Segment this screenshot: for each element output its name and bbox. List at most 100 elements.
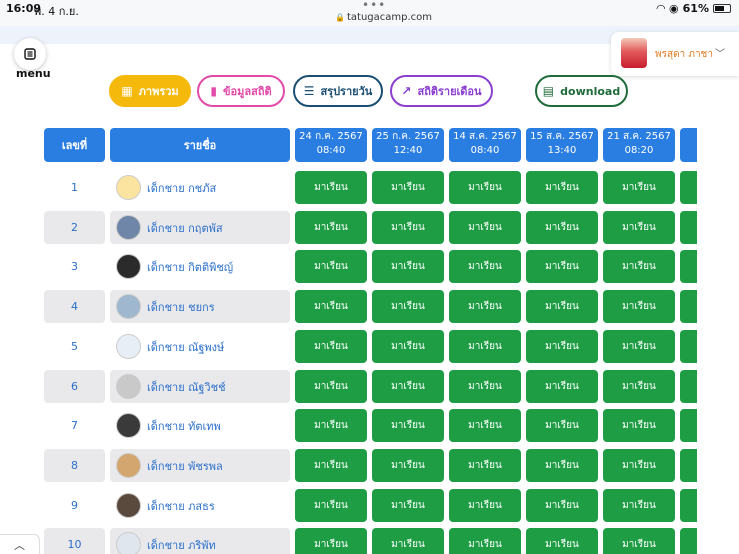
- tab-overview[interactable]: ▦ ภาพรวม: [109, 75, 191, 107]
- attendance-status-button[interactable]: มาเรียน: [526, 330, 598, 363]
- attendance-status-button[interactable]: มาเรียน: [680, 409, 697, 442]
- attendance-status-button[interactable]: มาเรียน: [526, 290, 598, 323]
- battery-fill: [715, 6, 724, 11]
- attendance-status-button[interactable]: มาเรียน: [680, 290, 697, 323]
- student-name: เด็กชาย ทัตเทพ: [147, 419, 221, 433]
- attendance-status-button[interactable]: มาเรียน: [295, 250, 367, 283]
- attendance-status-button[interactable]: มาเรียน: [449, 250, 521, 283]
- tab-statistics[interactable]: ▮ ข้อมูลสถิติ: [197, 75, 285, 107]
- attendance-status-button[interactable]: มาเรียน: [295, 290, 367, 323]
- student-name: เด็กชาย พัชรพล: [147, 459, 223, 473]
- date-column-header[interactable]: 15 ส.ค. 2567 13:40: [526, 128, 598, 162]
- attendance-status-button[interactable]: มาเรียน: [295, 211, 367, 244]
- attendance-status-button[interactable]: มาเรียน: [526, 489, 598, 522]
- student-number: 7: [71, 419, 78, 432]
- attendance-status-button[interactable]: มาเรียน: [295, 330, 367, 363]
- date-column-header[interactable]: 21: [680, 128, 697, 162]
- attendance-status-button[interactable]: มาเรียน: [680, 211, 697, 244]
- attendance-status-button[interactable]: มาเรียน: [526, 409, 598, 442]
- attendance-status-button[interactable]: มาเรียน: [372, 211, 444, 244]
- student-number: 6: [44, 370, 105, 403]
- tab-label: download: [560, 84, 621, 98]
- attendance-status-button[interactable]: มาเรียน: [449, 449, 521, 482]
- attendance-status-button[interactable]: มาเรียน: [449, 370, 521, 403]
- date-column-header[interactable]: 14 ส.ค. 2567 08:40: [449, 128, 521, 162]
- attendance-status-button[interactable]: มาเรียน: [372, 489, 444, 522]
- attendance-status-button[interactable]: มาเรียน: [603, 528, 675, 554]
- line-chart-icon: ↗: [401, 84, 412, 98]
- attendance-status-button[interactable]: มาเรียน: [372, 330, 444, 363]
- attendance-status-button[interactable]: มาเรียน: [372, 250, 444, 283]
- download-button[interactable]: ▤ download: [535, 75, 628, 107]
- attendance-status-button[interactable]: มาเรียน: [449, 409, 521, 442]
- student-number: 3: [71, 260, 78, 273]
- attendance-status-button[interactable]: มาเรียน: [526, 528, 598, 554]
- attendance-status-button[interactable]: มาเรียน: [526, 171, 598, 204]
- lock-icon: 🔒: [335, 13, 345, 22]
- attendance-status-button[interactable]: มาเรียน: [295, 528, 367, 554]
- student-name-cell[interactable]: เด็กชาย ภริพัท: [110, 528, 290, 554]
- attendance-status-button[interactable]: มาเรียน: [603, 409, 675, 442]
- tab-daily-summary[interactable]: ☰ สรุปรายวัน: [293, 75, 383, 107]
- attendance-status-button[interactable]: มาเรียน: [295, 489, 367, 522]
- attendance-status-button[interactable]: มาเรียน: [526, 370, 598, 403]
- student-name-cell[interactable]: เด็กชาย กชภัส: [110, 171, 290, 204]
- attendance-status-button[interactable]: มาเรียน: [295, 449, 367, 482]
- attendance-status-button[interactable]: มาเรียน: [295, 370, 367, 403]
- tab-monthly-stats[interactable]: ↗ สถิติรายเดือน: [390, 75, 493, 107]
- attendance-status-button[interactable]: มาเรียน: [449, 528, 521, 554]
- attendance-status-button[interactable]: มาเรียน: [680, 330, 697, 363]
- student-name-cell[interactable]: เด็กชาย กฤตพัส: [110, 211, 290, 244]
- attendance-status-button[interactable]: มาเรียน: [603, 171, 675, 204]
- attendance-status-button[interactable]: มาเรียน: [449, 290, 521, 323]
- attendance-status-button[interactable]: มาเรียน: [526, 211, 598, 244]
- student-name-cell[interactable]: เด็กชาย กิตติพิชญ์: [110, 250, 290, 283]
- student-name-cell[interactable]: เด็กชาย ณัฐวิชช์: [110, 370, 290, 403]
- attendance-status-button[interactable]: มาเรียน: [680, 171, 697, 204]
- attendance-grid[interactable]: 24 ก.ค. 2567 08:40 มาเรียน มาเรียน มาเรียน มา…: [295, 120, 697, 554]
- menu-button[interactable]: [14, 38, 46, 70]
- attendance-status-button[interactable]: มาเรียน: [372, 449, 444, 482]
- header-time: 08:40: [316, 145, 346, 156]
- attendance-status-button[interactable]: มาเรียน: [449, 330, 521, 363]
- attendance-status-button[interactable]: มาเรียน: [526, 250, 598, 283]
- chevron-down-icon[interactable]: ﹀: [715, 45, 725, 60]
- attendance-status-button[interactable]: มาเรียน: [680, 449, 697, 482]
- student-name-cell[interactable]: เด็กชาย พัชรพล: [110, 449, 290, 482]
- attendance-status-button[interactable]: มาเรียน: [372, 528, 444, 554]
- date-column-header[interactable]: 21 ส.ค. 2567 08:20: [603, 128, 675, 162]
- attendance-status-button[interactable]: มาเรียน: [372, 370, 444, 403]
- attendance-status-button[interactable]: มาเรียน: [603, 489, 675, 522]
- attendance-status-button[interactable]: มาเรียน: [372, 290, 444, 323]
- attendance-status-button[interactable]: มาเรียน: [603, 330, 675, 363]
- more-dots-icon[interactable]: •••: [362, 0, 386, 12]
- attendance-status-button[interactable]: มาเรียน: [603, 250, 675, 283]
- student-name-cell[interactable]: เด็กชาย ภสธร: [110, 489, 290, 522]
- attendance-status-button[interactable]: มาเรียน: [603, 449, 675, 482]
- attendance-status-button[interactable]: มาเรียน: [449, 489, 521, 522]
- address-bar[interactable]: 🔒 tatugacamp.com: [335, 12, 432, 23]
- user-profile[interactable]: พรสุดา ภาชา ﹀: [611, 32, 739, 76]
- attendance-status-button[interactable]: มาเรียน: [680, 489, 697, 522]
- attendance-status-button[interactable]: มาเรียน: [449, 211, 521, 244]
- attendance-status-button[interactable]: มาเรียน: [295, 409, 367, 442]
- attendance-status-button[interactable]: มาเรียน: [603, 290, 675, 323]
- date-column-header[interactable]: 25 ก.ค. 2567 12:40: [372, 128, 444, 162]
- attendance-status-button[interactable]: มาเรียน: [372, 171, 444, 204]
- attendance-status-button[interactable]: มาเรียน: [603, 370, 675, 403]
- attendance-status-button[interactable]: มาเรียน: [449, 171, 521, 204]
- student-name-cell[interactable]: เด็กชาย ทัตเทพ: [110, 409, 290, 442]
- attendance-status-button[interactable]: มาเรียน: [603, 211, 675, 244]
- collapse-button[interactable]: ︿: [0, 534, 40, 554]
- header-time: 13:40: [547, 145, 577, 156]
- student-number: 8: [44, 449, 105, 482]
- attendance-status-button[interactable]: มาเรียน: [372, 409, 444, 442]
- attendance-status-button[interactable]: มาเรียน: [680, 370, 697, 403]
- student-name-cell[interactable]: เด็กชาย ณัฐพงษ์: [110, 330, 290, 363]
- attendance-status-button[interactable]: มาเรียน: [295, 171, 367, 204]
- attendance-status-button[interactable]: มาเรียน: [680, 528, 697, 554]
- student-name-cell[interactable]: เด็กชาย ชยกร: [110, 290, 290, 323]
- attendance-status-button[interactable]: มาเรียน: [680, 250, 697, 283]
- date-column-header[interactable]: 24 ก.ค. 2567 08:40: [295, 128, 367, 162]
- attendance-status-button[interactable]: มาเรียน: [526, 449, 598, 482]
